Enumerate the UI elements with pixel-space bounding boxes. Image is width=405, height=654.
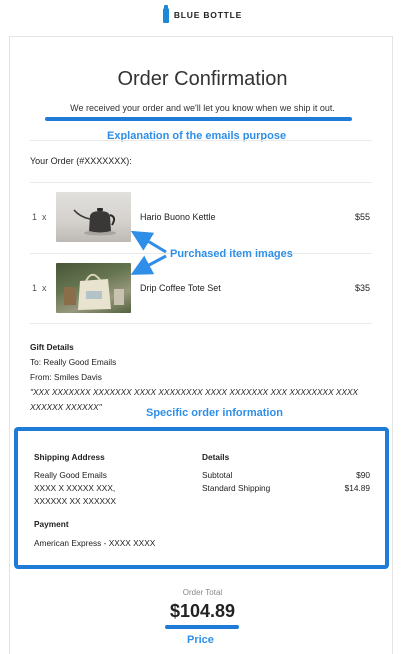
annotation-underline: [165, 625, 239, 629]
item-name[interactable]: Drip Coffee Tote Set: [140, 283, 221, 293]
shipping-address-line: XXXX X XXXXX XXX,: [34, 483, 116, 493]
item-price: $35: [354, 283, 370, 293]
shipping-cost-value: $14.89: [344, 483, 370, 493]
shipping-cost-label: Standard Shipping: [202, 483, 271, 493]
confirmation-message: We received your order and we'll let you…: [70, 103, 335, 113]
item-quantity: 1 x: [32, 283, 47, 293]
divider: [30, 140, 372, 141]
subtotal-value: $90: [356, 470, 370, 480]
shipping-address-heading: Shipping Address: [34, 452, 105, 462]
logo[interactable]: BLUE BOTTLE: [162, 4, 243, 23]
annotation-underline: [45, 117, 352, 121]
order-total-label: Order Total: [182, 588, 223, 597]
order-heading: Your Order (#XXXXXXX):: [30, 156, 132, 166]
tote-bag-icon: [56, 263, 131, 313]
shipping-address-line: Really Good Emails: [34, 470, 107, 480]
kettle-image[interactable]: [56, 192, 131, 242]
subtotal-label: Subtotal: [202, 470, 233, 480]
shipping-address-line: XXXXXX XX XXXXXX: [34, 496, 117, 506]
annotation-item-images: Purchased item images: [170, 248, 293, 260]
gift-to: To: Really Good Emails: [30, 357, 117, 367]
order-item: 1 x Drip Coffee Tote Set $35: [30, 263, 372, 313]
bottle-icon: [162, 4, 169, 23]
item-quantity: 1 x: [32, 212, 47, 222]
payment-method: American Express - XXXX XXXX: [34, 538, 156, 548]
brand-name: BLUE BOTTLE: [173, 10, 243, 20]
order-item: 1 x Hario Buono Kettle $55: [30, 192, 372, 242]
order-total-value: $104.89: [169, 601, 236, 621]
tote-set-image[interactable]: [56, 263, 131, 313]
gift-from: From: Smiles Davis: [30, 372, 102, 382]
page-title: Order Confirmation: [117, 68, 288, 90]
brand-header: BLUE BOTTLE: [0, 0, 405, 30]
gift-heading: Gift Details: [30, 342, 74, 352]
payment-heading: Payment: [34, 519, 69, 529]
divider: [30, 323, 372, 324]
annotation-price: Price: [187, 634, 214, 646]
annotation-order-info: Specific order information: [146, 407, 283, 419]
item-name[interactable]: Hario Buono Kettle: [140, 212, 216, 222]
item-price: $55: [354, 212, 370, 222]
kettle-icon: [73, 208, 116, 236]
gift-details: Gift Details To: Really Good Emails From…: [30, 340, 372, 415]
details-heading: Details: [202, 452, 230, 462]
divider: [30, 182, 372, 183]
